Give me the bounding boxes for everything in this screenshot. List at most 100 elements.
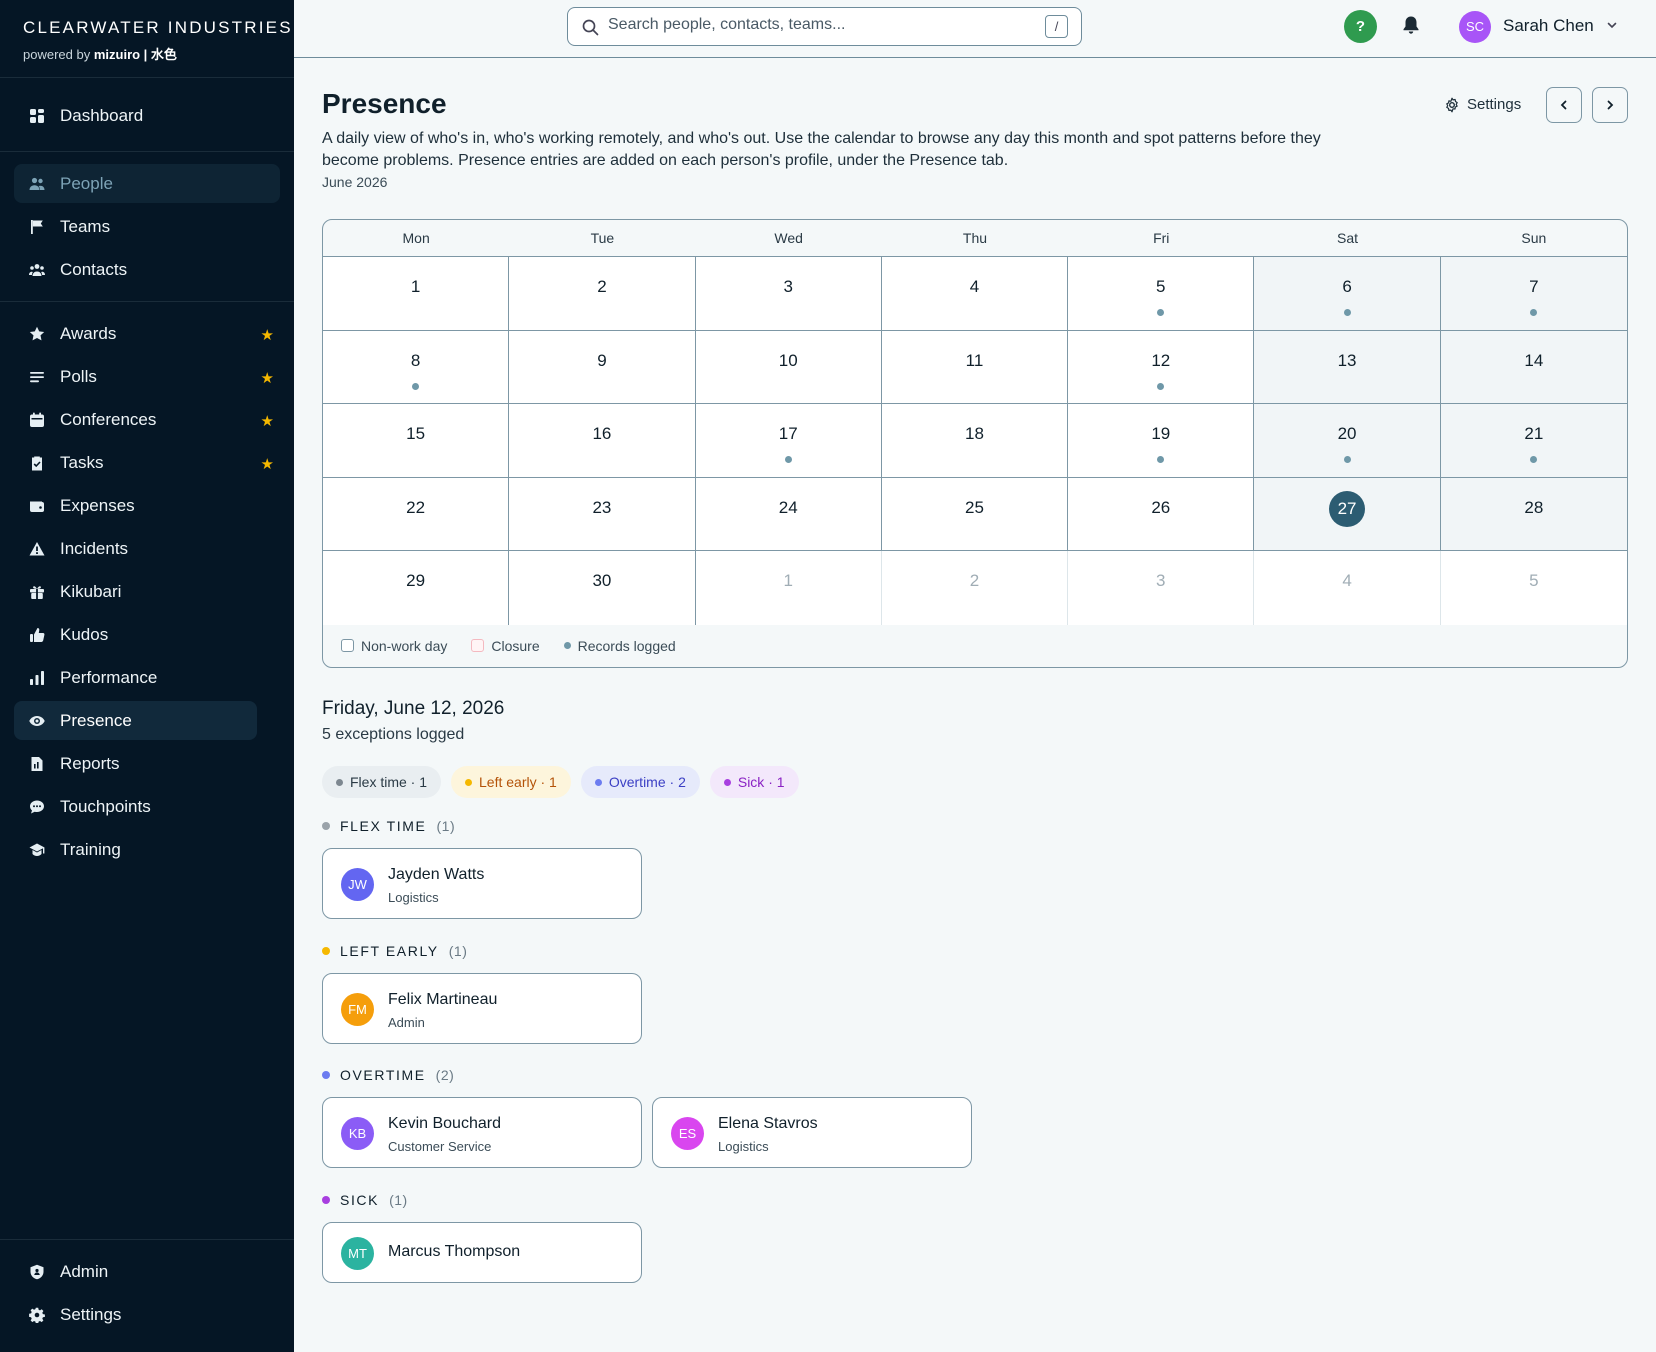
person-card[interactable]: KB Kevin Bouchard Customer Service <box>322 1097 642 1168</box>
calendar-day-outside-month: 2 <box>881 551 1069 625</box>
closure-swatch <box>471 639 485 653</box>
calendar-day[interactable]: 21 <box>1440 404 1627 478</box>
legend-nonwork: Non-work day <box>341 638 447 654</box>
person-name: Jayden Watts <box>388 866 485 883</box>
sidebar-item-incidents[interactable]: Incidents <box>14 529 280 568</box>
calendar-weekday-header: Mon Tue Wed Thu Fri Sat Sun <box>323 220 1627 257</box>
sidebar-item-label: Conferences <box>60 409 157 429</box>
exception-filter-chip[interactable]: Flex time · 1 <box>322 766 442 798</box>
people-icon <box>29 177 45 190</box>
avatar: JW <box>341 868 374 901</box>
calendar-day[interactable]: 6 <box>1254 257 1441 331</box>
sidebar-item-label: Training <box>60 839 121 859</box>
group-heading: OVERTIME (2) <box>322 1066 972 1084</box>
nav-group-top: Dashboard <box>0 78 294 152</box>
person-card[interactable]: JW Jayden Watts Logistics <box>322 848 642 919</box>
next-month-button[interactable] <box>1592 87 1628 123</box>
brand-powered-by: powered by mizuiro | 水色 <box>23 44 294 63</box>
favorite-star-icon[interactable]: ★ <box>261 412 274 430</box>
calendar-day[interactable]: 4 <box>881 257 1069 331</box>
weekday-label: Sun <box>1521 230 1547 246</box>
calendar-day[interactable]: 12 <box>1068 330 1255 405</box>
sidebar-item-kikubari[interactable]: Kikubari <box>14 572 280 611</box>
chevron-down-icon[interactable] <box>1606 19 1618 31</box>
selected-day-title: Friday, June 12, 2026 <box>322 698 505 719</box>
sidebar-item-dashboard[interactable]: Dashboard <box>14 96 280 135</box>
calendar-day[interactable]: 18 <box>881 404 1069 478</box>
calendar-day[interactable]: 26 <box>1068 477 1255 552</box>
calendar-day[interactable]: 17 <box>695 404 882 478</box>
chevron-left-icon <box>1560 100 1567 110</box>
sidebar-item-teams[interactable]: Teams <box>14 207 280 246</box>
chip-label: Sick · 1 <box>737 774 785 790</box>
user-name[interactable]: Sarah Chen <box>1503 16 1594 36</box>
sidebar-item-polls[interactable]: Polls ★ <box>14 357 280 396</box>
calendar-day[interactable]: 16 <box>509 404 696 478</box>
calendar-day[interactable]: 30 <box>509 551 696 625</box>
sidebar-item-presence[interactable]: Presence <box>14 701 257 740</box>
sidebar-item-reports[interactable]: Reports <box>14 744 280 783</box>
calendar-day[interactable]: 11 <box>881 330 1069 405</box>
calendar-day[interactable]: 20 <box>1254 404 1441 478</box>
sidebar-item-kudos[interactable]: Kudos <box>14 615 280 654</box>
exception-filter-chip[interactable]: Sick · 1 <box>709 766 799 798</box>
day-number: 4 <box>1342 571 1352 591</box>
day-number: 26 <box>1151 497 1171 517</box>
calendar-day[interactable]: 29 <box>323 551 510 625</box>
sidebar-item-admin[interactable]: Admin <box>14 1252 280 1291</box>
presence-settings-button[interactable]: Settings <box>1444 96 1521 113</box>
calendar-day[interactable]: 24 <box>695 477 882 552</box>
favorite-star-icon[interactable]: ★ <box>261 326 274 344</box>
sidebar-item-touchpoints[interactable]: Touchpoints <box>14 787 280 826</box>
sidebar-item-awards[interactable]: Awards ★ <box>14 314 280 353</box>
calendar-day[interactable]: 9 <box>509 330 696 405</box>
day-number: 10 <box>778 350 798 370</box>
sidebar-item-conferences[interactable]: Conferences ★ <box>14 400 280 439</box>
chat-icon <box>30 800 44 814</box>
calendar-day[interactable]: 23 <box>509 477 696 552</box>
calendar-day[interactable]: 25 <box>881 477 1069 552</box>
wallet-icon <box>30 501 44 512</box>
person-name: Felix Martineau <box>388 991 498 1008</box>
calendar-day[interactable]: 19 <box>1068 404 1255 478</box>
previous-month-button[interactable] <box>1546 87 1582 123</box>
sidebar-item-contacts[interactable]: Contacts <box>14 250 280 289</box>
person-card[interactable]: MT Marcus Thompson <box>322 1222 642 1283</box>
calendar-day[interactable]: 13 <box>1254 330 1441 405</box>
group-title: FLEX TIME <box>340 818 427 834</box>
list-icon <box>30 372 44 383</box>
person-card[interactable]: ES Elena Stavros Logistics <box>652 1097 972 1168</box>
calendar-day[interactable]: 2 <box>509 257 696 331</box>
day-number: 21 <box>1524 424 1544 444</box>
search-box[interactable]: / <box>567 7 1082 46</box>
sidebar-item-training[interactable]: Training <box>14 830 280 869</box>
calendar-day-outside-month: 1 <box>695 551 882 625</box>
calendar-day[interactable]: 27 <box>1254 477 1441 552</box>
help-button[interactable]: ? <box>1344 10 1377 43</box>
calendar-day[interactable]: 28 <box>1440 477 1627 552</box>
user-avatar[interactable]: SC <box>1459 11 1491 43</box>
calendar-day[interactable]: 7 <box>1440 257 1627 331</box>
sidebar-item-tasks[interactable]: Tasks ★ <box>14 443 280 482</box>
exception-filter-chip[interactable]: Left early · 1 <box>451 766 571 798</box>
calendar-day[interactable]: 22 <box>323 477 510 552</box>
sidebar-item-expenses[interactable]: Expenses <box>14 486 280 525</box>
calendar-day[interactable]: 5 <box>1068 257 1255 331</box>
bell-icon[interactable] <box>1402 15 1420 35</box>
calendar-day[interactable]: 10 <box>695 330 882 405</box>
favorite-star-icon[interactable]: ★ <box>261 455 274 473</box>
calendar-day[interactable]: 14 <box>1440 330 1627 405</box>
search-input[interactable] <box>608 16 1028 34</box>
sidebar-item-performance[interactable]: Performance <box>14 658 280 697</box>
calendar-day[interactable]: 8 <box>323 330 510 405</box>
exception-filter-chip[interactable]: Overtime · 2 <box>580 766 700 798</box>
calendar-day[interactable]: 1 <box>323 257 510 331</box>
thumbs-up-icon <box>30 628 45 642</box>
calendar-day[interactable]: 15 <box>323 404 510 478</box>
favorite-star-icon[interactable]: ★ <box>261 369 274 387</box>
person-card[interactable]: FM Felix Martineau Admin <box>322 973 642 1044</box>
sidebar-item-settings[interactable]: Settings <box>14 1295 280 1334</box>
search-shortcut-key: / <box>1045 15 1068 38</box>
sidebar-item-people[interactable]: People <box>14 164 280 203</box>
calendar-day[interactable]: 3 <box>695 257 882 331</box>
